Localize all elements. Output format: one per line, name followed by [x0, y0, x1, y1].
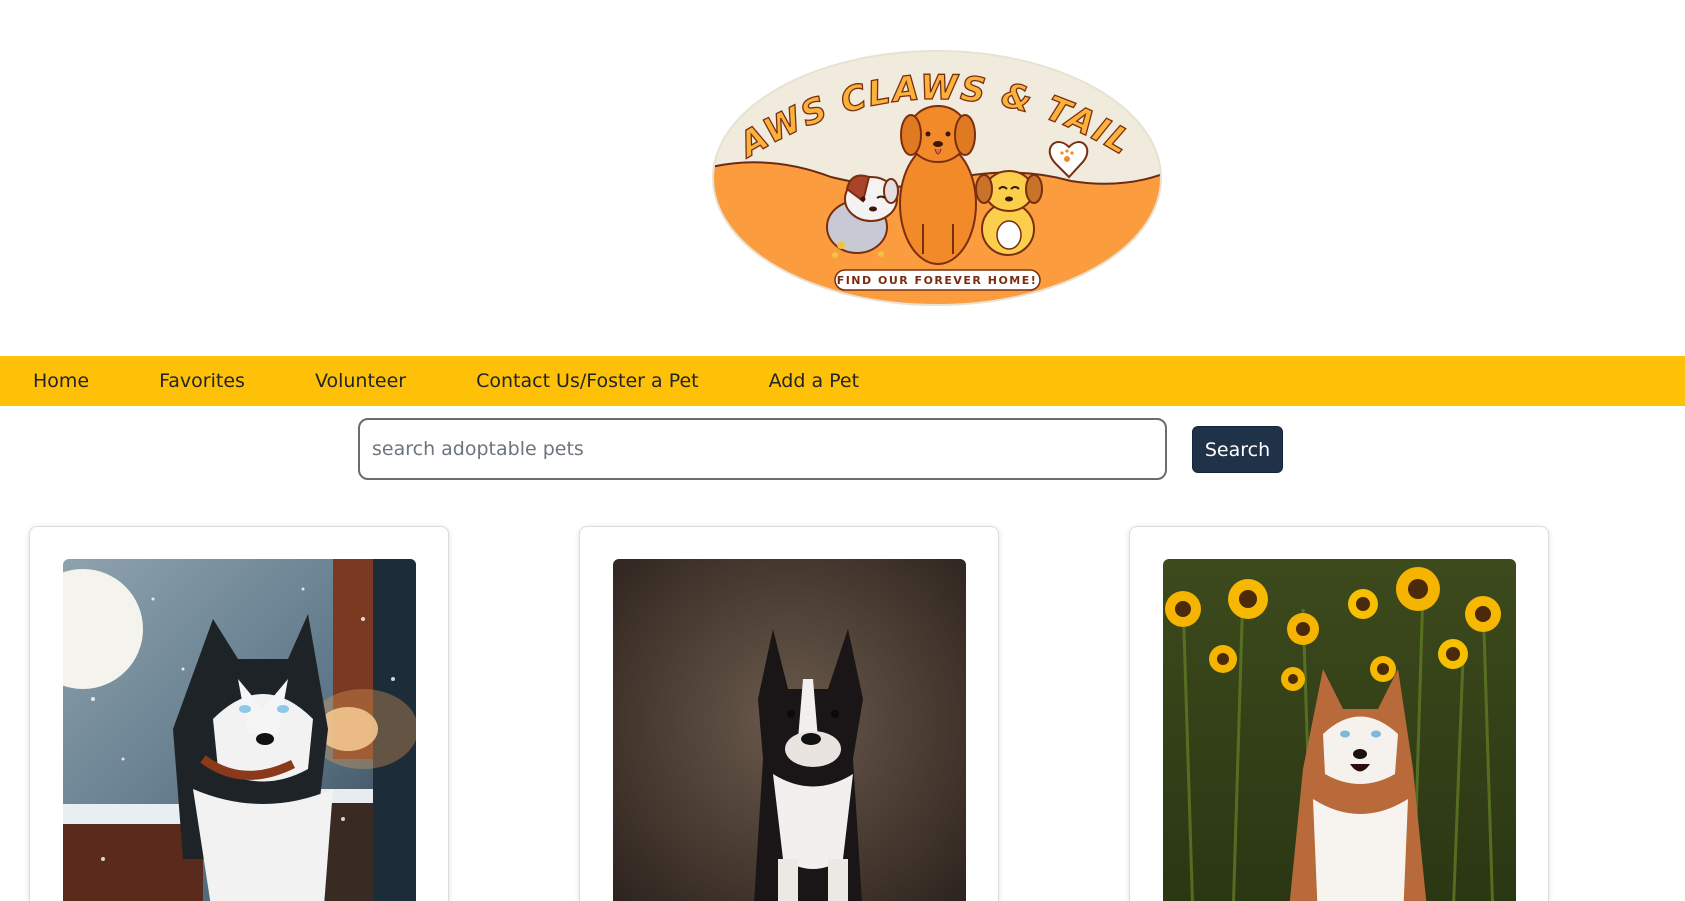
- nav-volunteer-link[interactable]: Volunteer: [315, 370, 406, 392]
- nav-favorites-link[interactable]: Favorites: [159, 370, 245, 392]
- logo-tagline: FIND OUR FOREVER HOME!: [837, 274, 1038, 287]
- page: PAWS CLAWS & TAILS: [0, 0, 1685, 901]
- pet-card[interactable]: [1129, 526, 1549, 901]
- main-navbar: Home Favorites Volunteer Contact Us/Fost…: [0, 356, 1685, 406]
- nav-home-link[interactable]: Home: [33, 370, 89, 392]
- site-logo[interactable]: PAWS CLAWS & TAILS: [711, 49, 1163, 307]
- nav-contact-foster-link[interactable]: Contact Us/Foster a Pet: [476, 370, 699, 392]
- pet-photo-boston-terrier[interactable]: [613, 559, 966, 901]
- site-header: PAWS CLAWS & TAILS: [0, 0, 1685, 356]
- pet-photo-husky-sunflowers[interactable]: [1163, 559, 1516, 901]
- nav-add-pet-link[interactable]: Add a Pet: [769, 370, 859, 392]
- husky-snow-image: [63, 559, 416, 901]
- pet-card[interactable]: [29, 526, 449, 901]
- boston-terrier-image: [613, 559, 966, 901]
- husky-sunflowers-image: [1163, 559, 1516, 901]
- search-button[interactable]: Search: [1192, 426, 1283, 473]
- search-input[interactable]: [358, 418, 1167, 480]
- search-form: Search: [0, 418, 1685, 482]
- pet-photo-husky-snow[interactable]: [63, 559, 416, 901]
- orange-dog-illustration: [899, 105, 977, 265]
- pet-card[interactable]: [579, 526, 999, 901]
- logo-graphic: PAWS CLAWS & TAILS: [711, 49, 1162, 306]
